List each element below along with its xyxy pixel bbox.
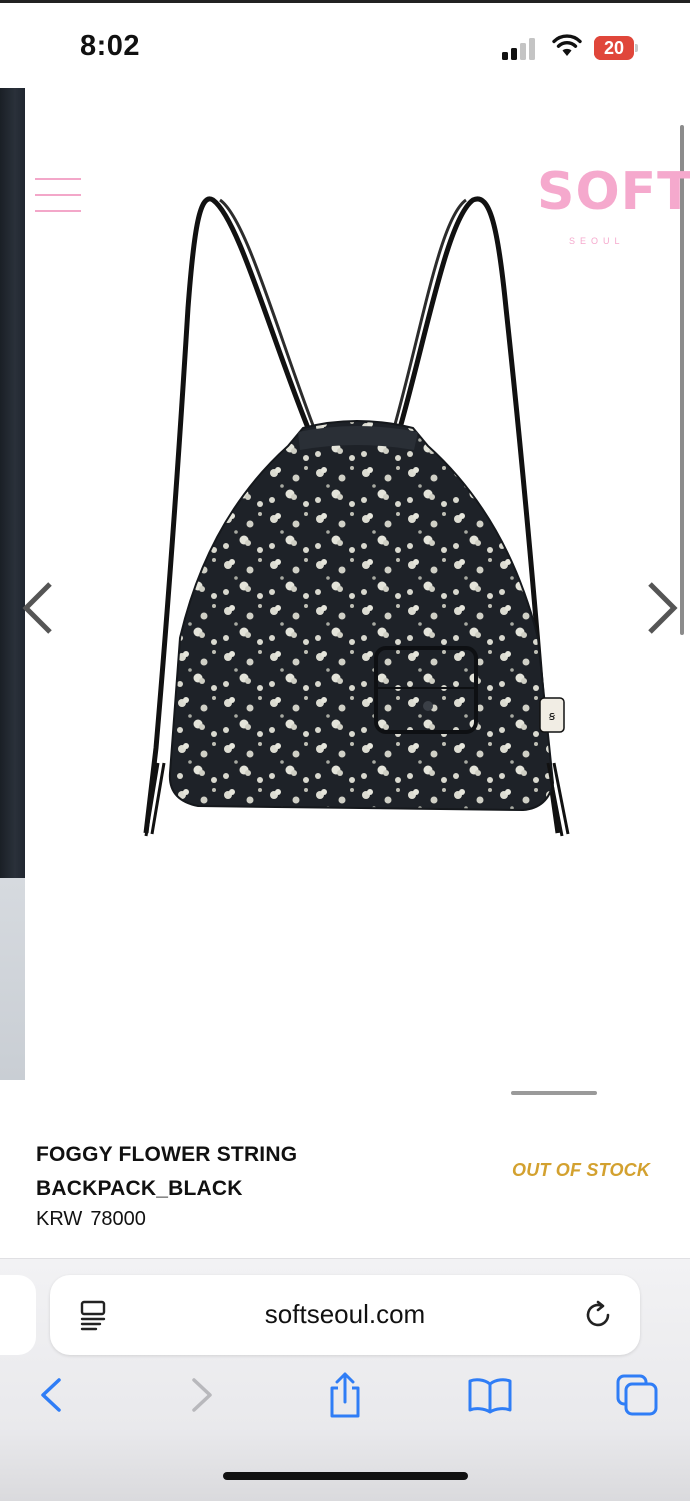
battery-level: 20 xyxy=(603,38,625,58)
product-title-line2: BACKPACK_BLACK xyxy=(36,1177,243,1200)
price-value: 78000 xyxy=(90,1208,146,1230)
cellular-signal-icon xyxy=(502,38,538,60)
product-price: KRW 78000 xyxy=(36,1208,146,1231)
status-time: 8:02 xyxy=(80,30,141,62)
product-title: FOGGY FLOWER STRING BACKPACK_BLACK xyxy=(36,1138,366,1206)
menu-icon[interactable] xyxy=(35,178,81,214)
chevron-left-icon[interactable] xyxy=(18,580,58,636)
home-indicator[interactable] xyxy=(223,1472,468,1480)
carousel-pager xyxy=(511,1091,597,1095)
share-icon[interactable] xyxy=(320,1370,370,1420)
back-icon[interactable] xyxy=(27,1370,77,1420)
bookmarks-icon[interactable] xyxy=(465,1370,515,1420)
address-bar[interactable]: softseoul.com xyxy=(50,1275,640,1355)
previous-tab-preview[interactable] xyxy=(0,1275,36,1355)
price-currency: KRW xyxy=(36,1208,83,1230)
battery-icon: 20 xyxy=(594,36,638,60)
product-title-line1: FOGGY FLOWER STRING xyxy=(36,1143,298,1166)
product-image: ꞩ xyxy=(143,196,570,837)
wifi-icon xyxy=(552,34,582,56)
svg-text:ꞩ: ꞩ xyxy=(549,709,556,723)
stock-status-badge: OUT OF STOCK xyxy=(512,1160,651,1180)
reload-icon[interactable] xyxy=(582,1299,614,1331)
url-text[interactable]: softseoul.com xyxy=(50,1299,640,1330)
status-bar: 8:02 20 xyxy=(0,0,690,90)
tabs-icon[interactable] xyxy=(612,1370,662,1420)
chevron-right-icon[interactable] xyxy=(642,580,682,636)
forward-icon[interactable] xyxy=(176,1370,226,1420)
